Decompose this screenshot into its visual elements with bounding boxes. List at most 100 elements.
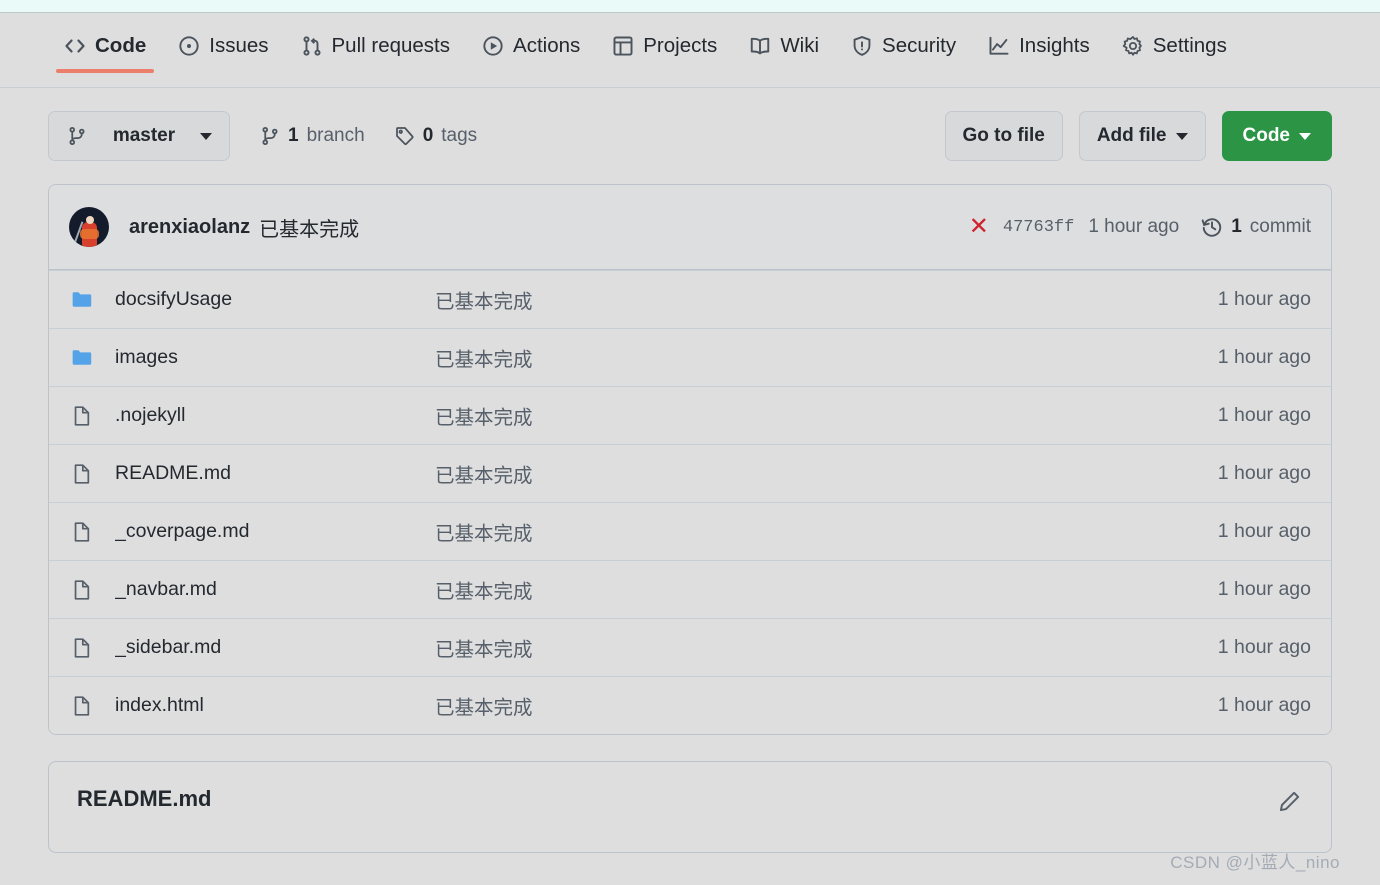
branch-icon xyxy=(260,126,280,146)
folder-icon xyxy=(69,289,95,311)
file-commit-message[interactable]: 已基本完成 xyxy=(435,343,1218,372)
pr-icon xyxy=(301,35,323,57)
play-icon xyxy=(482,35,504,57)
avatar[interactable] xyxy=(69,207,109,247)
file-commit-message[interactable]: 已基本完成 xyxy=(435,633,1218,662)
file-icon xyxy=(69,695,95,717)
tab-code[interactable]: Code xyxy=(48,35,162,73)
readme-title: README.md xyxy=(77,786,212,811)
tag-count-label: tags xyxy=(441,125,478,146)
file-time: 1 hour ago xyxy=(1217,694,1311,716)
branch-bar: master 1 branch 0 tags Go to file Add fi… xyxy=(48,88,1332,184)
code-button[interactable]: Code xyxy=(1221,111,1332,161)
x-failed-icon[interactable]: ✕ xyxy=(969,215,989,239)
file-commit-message[interactable]: 已基本完成 xyxy=(435,285,1218,314)
tab-issues[interactable]: Issues xyxy=(162,35,284,73)
go-to-file-label: Go to file xyxy=(962,125,1045,146)
branch-name-label: master xyxy=(112,125,176,146)
issue-icon xyxy=(178,35,200,57)
chevron-down-icon xyxy=(1299,132,1311,140)
repo-content: master 1 branch 0 tags Go to file Add fi… xyxy=(0,88,1380,853)
commit-hash[interactable]: 47763ff xyxy=(1003,218,1074,237)
branch-count-link[interactable]: 1 branch xyxy=(260,125,365,147)
tab-wiki[interactable]: Wiki xyxy=(733,35,835,73)
code-button-label: Code xyxy=(1242,125,1291,146)
file-name[interactable]: images xyxy=(115,346,435,369)
commit-count-label: commit xyxy=(1249,216,1311,237)
branch-count-value: 1 xyxy=(288,125,299,146)
file-name[interactable]: README.md xyxy=(115,462,435,485)
go-to-file-button[interactable]: Go to file xyxy=(944,111,1063,161)
tab-actions[interactable]: Actions xyxy=(466,35,596,73)
add-file-button[interactable]: Add file xyxy=(1078,111,1206,161)
tab-code-label: Code xyxy=(95,33,147,57)
tag-icon xyxy=(395,126,415,146)
file-name[interactable]: _sidebar.md xyxy=(115,636,435,659)
file-time: 1 hour ago xyxy=(1217,462,1311,484)
branch-icon xyxy=(66,125,88,147)
file-icon xyxy=(69,521,95,543)
file-name[interactable]: .nojekyll xyxy=(115,404,435,427)
tab-projects[interactable]: Projects xyxy=(596,35,733,73)
commit-author[interactable]: arenxiaolanz xyxy=(129,216,250,239)
table-row[interactable]: _coverpage.md 已基本完成 1 hour ago xyxy=(49,502,1331,560)
file-list-card: arenxiaolanz 已基本完成 ✕ 47763ff 1 hour ago … xyxy=(48,184,1332,735)
tab-settings[interactable]: Settings xyxy=(1106,35,1243,73)
tab-security-label: Security xyxy=(882,33,957,57)
table-row[interactable]: .nojekyll 已基本完成 1 hour ago xyxy=(49,386,1331,444)
table-row[interactable]: images 已基本完成 1 hour ago xyxy=(49,328,1331,386)
commit-count-value: 1 xyxy=(1231,216,1242,237)
table-row[interactable]: _sidebar.md 已基本完成 1 hour ago xyxy=(49,618,1331,676)
commit-message[interactable]: 已基本完成 xyxy=(259,213,359,242)
file-name[interactable]: index.html xyxy=(115,694,435,717)
table-row[interactable]: docsifyUsage 已基本完成 1 hour ago xyxy=(49,270,1331,328)
file-icon xyxy=(69,463,95,485)
repo-nav: Code Issues Pull requests Actions Projec… xyxy=(0,13,1380,88)
tag-count-value: 0 xyxy=(422,125,434,146)
file-time: 1 hour ago xyxy=(1217,288,1311,310)
file-commit-message[interactable]: 已基本完成 xyxy=(435,459,1218,488)
graph-icon xyxy=(988,35,1010,57)
file-icon xyxy=(69,579,95,601)
tab-actions-label: Actions xyxy=(513,33,581,57)
file-name[interactable]: _coverpage.md xyxy=(115,520,435,543)
file-name[interactable]: docsifyUsage xyxy=(115,288,435,311)
table-row[interactable]: index.html 已基本完成 1 hour ago xyxy=(49,676,1331,734)
file-commit-message[interactable]: 已基本完成 xyxy=(435,401,1218,430)
readme-card: README.md xyxy=(48,761,1332,853)
tab-projects-label: Projects xyxy=(643,33,718,57)
add-file-label: Add file xyxy=(1096,125,1167,146)
pencil-icon[interactable] xyxy=(1277,790,1301,814)
file-time: 1 hour ago xyxy=(1217,520,1311,542)
shield-icon xyxy=(851,35,873,57)
file-commit-message[interactable]: 已基本完成 xyxy=(435,575,1218,604)
tag-count-link[interactable]: 0 tags xyxy=(395,125,478,147)
chevron-down-icon xyxy=(1175,132,1188,140)
file-time: 1 hour ago xyxy=(1217,578,1311,600)
branch-selector-button[interactable]: master xyxy=(48,111,230,161)
commit-count-link[interactable]: 1 commit xyxy=(1201,216,1311,238)
history-icon xyxy=(1201,216,1223,238)
file-commit-message[interactable]: 已基本完成 xyxy=(435,691,1218,720)
folder-icon xyxy=(69,347,95,369)
tab-insights-label: Insights xyxy=(1019,33,1090,57)
file-icon xyxy=(69,405,95,427)
table-row[interactable]: _navbar.md 已基本完成 1 hour ago xyxy=(49,560,1331,618)
file-name[interactable]: _navbar.md xyxy=(115,578,435,601)
tab-pull-requests[interactable]: Pull requests xyxy=(285,35,467,73)
tab-settings-label: Settings xyxy=(1152,33,1227,57)
commit-meta: ✕ 47763ff 1 hour ago 1 commit xyxy=(969,215,1311,239)
tab-wiki-label: Wiki xyxy=(780,33,820,57)
tab-insights[interactable]: Insights xyxy=(972,35,1106,73)
code-icon xyxy=(64,35,86,57)
file-time: 1 hour ago xyxy=(1217,404,1311,426)
file-time: 1 hour ago xyxy=(1217,346,1311,368)
gear-icon xyxy=(1122,35,1144,57)
latest-commit-header: arenxiaolanz 已基本完成 ✕ 47763ff 1 hour ago … xyxy=(49,185,1331,270)
file-time: 1 hour ago xyxy=(1217,636,1311,658)
table-row[interactable]: README.md 已基本完成 1 hour ago xyxy=(49,444,1331,502)
tab-security[interactable]: Security xyxy=(835,35,972,73)
tab-issues-label: Issues xyxy=(209,33,269,57)
file-commit-message[interactable]: 已基本完成 xyxy=(435,517,1218,546)
browser-top-strip xyxy=(0,0,1380,13)
